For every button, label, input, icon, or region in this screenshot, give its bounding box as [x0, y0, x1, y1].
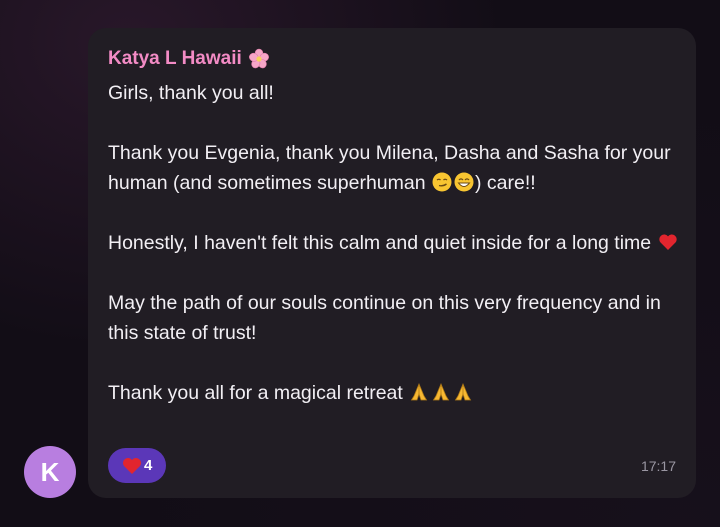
message-bubble[interactable]: Katya L Hawaii Girls, thank you all! Tha… — [88, 28, 696, 498]
message-paragraph: May the path of our souls continue on th… — [108, 288, 683, 348]
message-time: 17:17 — [640, 458, 676, 474]
reaction-count: 4 — [144, 457, 153, 474]
paragraph-text: Honestly, I haven't felt this calm and q… — [108, 232, 657, 254]
grinning-face-icon — [454, 172, 474, 192]
message-paragraph: Thank you all for a magical retreat — [108, 378, 683, 408]
paragraph-text: Girls, thank you all! — [108, 82, 274, 104]
red-heart-icon — [658, 234, 677, 250]
paragraph-text: Thank you Evgenia, thank you Milena, Das… — [108, 142, 671, 194]
message-paragraph: Honestly, I haven't felt this calm and q… — [108, 228, 683, 258]
message-paragraph: Thank you Evgenia, thank you Milena, Das… — [108, 138, 683, 198]
sender-name-row[interactable]: Katya L Hawaii — [108, 44, 676, 74]
paragraph-text: May the path of our souls continue on th… — [108, 292, 661, 344]
folded-hands-icon — [408, 378, 474, 408]
message-text: Girls, thank you all! Thank you Evgenia,… — [108, 78, 683, 408]
sender-name[interactable]: Katya L Hawaii — [108, 47, 242, 71]
avatar-letter: K — [40, 456, 60, 487]
cherry-blossom-icon — [248, 48, 270, 70]
avatar[interactable]: K — [24, 446, 76, 498]
reaction-button[interactable]: 4 — [108, 448, 167, 483]
paragraph-text: ) care!! — [475, 172, 536, 194]
smirk-face-icon — [432, 172, 452, 192]
paragraph-text: Thank you all for a magical retreat — [108, 382, 409, 404]
message-paragraph: Girls, thank you all! — [108, 78, 683, 108]
red-heart-icon — [123, 457, 141, 474]
